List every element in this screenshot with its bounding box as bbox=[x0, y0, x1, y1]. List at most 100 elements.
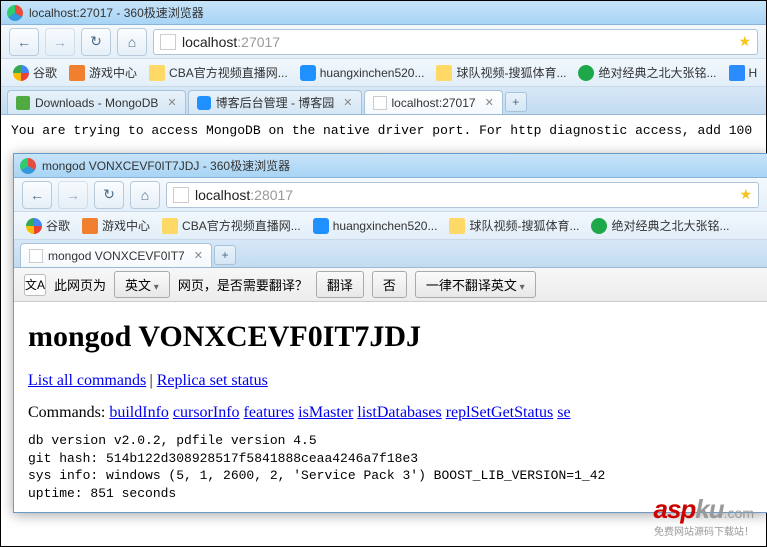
command-link[interactable]: buildInfo bbox=[109, 404, 169, 421]
bookmark-item[interactable]: 游戏中心 bbox=[65, 62, 141, 83]
home-button[interactable]: ⌂ bbox=[117, 28, 147, 56]
command-link[interactable]: cursorInfo bbox=[173, 404, 240, 421]
bookmark-icon bbox=[13, 65, 29, 81]
close-icon[interactable]: ✕ bbox=[343, 96, 352, 109]
back-button[interactable]: ← bbox=[9, 28, 39, 56]
reload-button[interactable]: ↻ bbox=[81, 28, 111, 56]
inner-tabstrip: mongod VONXCEVF0IT7 ✕ + bbox=[14, 240, 767, 268]
watermark: aspku.com 免费网站源码下载站！ bbox=[654, 494, 755, 538]
bookmark-label: CBA官方视频直播网... bbox=[169, 64, 288, 81]
reload-button[interactable]: ↻ bbox=[94, 181, 124, 209]
info-line: db version v2.0.2, pdfile version 4.5 bbox=[28, 432, 753, 450]
info-line: sys info: windows (5, 1, 2600, 2, 'Servi… bbox=[28, 467, 753, 485]
bookmark-icon bbox=[162, 218, 178, 234]
translate-lang-dropdown[interactable]: 英文 bbox=[114, 271, 170, 298]
link-list-all-commands[interactable]: List all commands bbox=[28, 372, 146, 389]
bookmark-label: H bbox=[749, 66, 758, 80]
translate-bar: 文A 此网页为 英文 网页，是否需要翻译？ 翻译 否 一律不翻译英文 bbox=[14, 268, 767, 302]
bookmark-item[interactable]: 谷歌 bbox=[22, 215, 74, 236]
new-tab-button[interactable]: + bbox=[505, 92, 527, 112]
url-bar[interactable]: localhost:27017 ★ bbox=[153, 29, 758, 55]
inner-browser-window: mongod VONXCEVF0IT7JDJ - 360极速浏览器 ← → ↻ … bbox=[13, 153, 767, 513]
bookmark-item[interactable]: huangxinchen520... bbox=[296, 63, 429, 83]
bookmark-item[interactable]: 球队视频-搜狐体育... bbox=[445, 215, 583, 236]
page-icon bbox=[173, 187, 189, 203]
tab[interactable]: localhost:27017 ✕ bbox=[364, 90, 503, 114]
command-link[interactable]: listDatabases bbox=[357, 404, 441, 421]
tab-label: mongod VONXCEVF0IT7 bbox=[48, 249, 185, 263]
tab-label: Downloads - MongoDB bbox=[35, 96, 158, 110]
tab[interactable]: Downloads - MongoDB ✕ bbox=[7, 90, 186, 114]
commands-line: Commands: buildInfo cursorInfo features … bbox=[28, 404, 753, 422]
bookmark-star-icon[interactable]: ★ bbox=[738, 33, 751, 50]
outer-browser-window: localhost:27017 - 360极速浏览器 ← → ↻ ⌂ local… bbox=[1, 1, 766, 146]
bookmark-icon bbox=[300, 65, 316, 81]
bookmark-star-icon[interactable]: ★ bbox=[739, 186, 752, 203]
tab-mongod[interactable]: mongod VONXCEVF0IT7 ✕ bbox=[20, 243, 212, 267]
new-tab-button[interactable]: + bbox=[214, 245, 236, 265]
separator: | bbox=[150, 372, 157, 389]
translate-button[interactable]: 翻译 bbox=[316, 271, 364, 298]
command-link[interactable]: replSetGetStatus bbox=[446, 404, 554, 421]
bookmark-item[interactable]: 球队视频-搜狐体育... bbox=[432, 62, 570, 83]
info-line: git hash: 514b122d308928517f5841888ceaa4… bbox=[28, 450, 753, 468]
translate-no-button[interactable]: 否 bbox=[372, 271, 407, 298]
outer-tabstrip: Downloads - MongoDB✕博客后台管理 - 博客园✕localho… bbox=[1, 87, 766, 115]
bookmark-icon bbox=[729, 65, 745, 81]
back-button[interactable]: ← bbox=[22, 181, 52, 209]
url-bar[interactable]: localhost:28017 ★ bbox=[166, 182, 759, 208]
tab[interactable]: 博客后台管理 - 博客园 ✕ bbox=[188, 90, 362, 114]
bookmark-label: CBA官方视频直播网... bbox=[182, 217, 301, 234]
translate-prefix: 此网页为 bbox=[54, 275, 106, 294]
link-replica-set-status[interactable]: Replica set status bbox=[157, 372, 268, 389]
bookmark-item[interactable]: huangxinchen520... bbox=[309, 216, 442, 236]
translate-icon[interactable]: 文A bbox=[24, 274, 46, 296]
tab-icon bbox=[197, 96, 211, 110]
home-button[interactable]: ⌂ bbox=[130, 181, 160, 209]
translate-suffix: 网页，是否需要翻译？ bbox=[178, 275, 308, 294]
inner-titlebar[interactable]: mongod VONXCEVF0IT7JDJ - 360极速浏览器 bbox=[14, 154, 767, 178]
close-icon[interactable]: ✕ bbox=[194, 249, 203, 262]
command-link[interactable]: features bbox=[244, 404, 295, 421]
bookmark-item[interactable]: CBA官方视频直播网... bbox=[158, 215, 305, 236]
bookmark-icon bbox=[69, 65, 85, 81]
commands-label: Commands: bbox=[28, 404, 109, 421]
close-icon[interactable]: ✕ bbox=[167, 96, 176, 109]
bookmark-item[interactable]: 游戏中心 bbox=[78, 215, 154, 236]
bookmark-item[interactable]: 绝对经典之北大张铭... bbox=[574, 62, 720, 83]
bookmark-label: huangxinchen520... bbox=[333, 219, 438, 233]
tab-icon bbox=[373, 96, 387, 110]
system-info: db version v2.0.2, pdfile version 4.5git… bbox=[28, 432, 753, 502]
bookmark-icon bbox=[313, 218, 329, 234]
bookmark-item[interactable]: H bbox=[725, 63, 762, 83]
bookmark-item[interactable]: 绝对经典之北大张铭... bbox=[587, 215, 733, 236]
command-link[interactable]: se bbox=[557, 404, 570, 421]
bookmark-label: huangxinchen520... bbox=[320, 66, 425, 80]
bookmark-label: 游戏中心 bbox=[102, 217, 150, 234]
bookmark-label: 球队视频-搜狐体育... bbox=[469, 217, 579, 234]
outer-bookmarks-bar: 谷歌 游戏中心 CBA官方视频直播网... huangxinchen520... 球队视… bbox=[1, 59, 766, 87]
tab-label: 博客后台管理 - 博客园 bbox=[216, 94, 335, 111]
outer-navbar: ← → ↻ ⌂ localhost:27017 ★ bbox=[1, 25, 766, 59]
outer-page-content: You are trying to access MongoDB on the … bbox=[1, 115, 766, 146]
close-icon[interactable]: ✕ bbox=[485, 96, 494, 109]
command-link[interactable]: isMaster bbox=[298, 404, 353, 421]
outer-titlebar[interactable]: localhost:27017 - 360极速浏览器 bbox=[1, 1, 766, 25]
forward-button[interactable]: → bbox=[58, 181, 88, 209]
bookmark-item[interactable]: CBA官方视频直播网... bbox=[145, 62, 292, 83]
tab-icon bbox=[16, 96, 30, 110]
url-text: localhost:27017 bbox=[182, 34, 280, 50]
forward-button[interactable]: → bbox=[45, 28, 75, 56]
bookmark-icon bbox=[149, 65, 165, 81]
translate-never-dropdown[interactable]: 一律不翻译英文 bbox=[415, 271, 536, 298]
bookmark-icon bbox=[449, 218, 465, 234]
bookmark-icon bbox=[26, 218, 42, 234]
tab-label: localhost:27017 bbox=[392, 96, 476, 110]
bookmark-label: 游戏中心 bbox=[89, 64, 137, 81]
inner-page-content: mongod VONXCEVF0IT7JDJ List all commands… bbox=[14, 302, 767, 512]
browser-icon bbox=[7, 5, 23, 21]
page-icon bbox=[160, 34, 176, 50]
bookmark-item[interactable]: 谷歌 bbox=[9, 62, 61, 83]
inner-bookmarks-bar: 谷歌 游戏中心 CBA官方视频直播网... huangxinchen520... 球队视… bbox=[14, 212, 767, 240]
page-heading: mongod VONXCEVF0IT7JDJ bbox=[28, 320, 753, 354]
